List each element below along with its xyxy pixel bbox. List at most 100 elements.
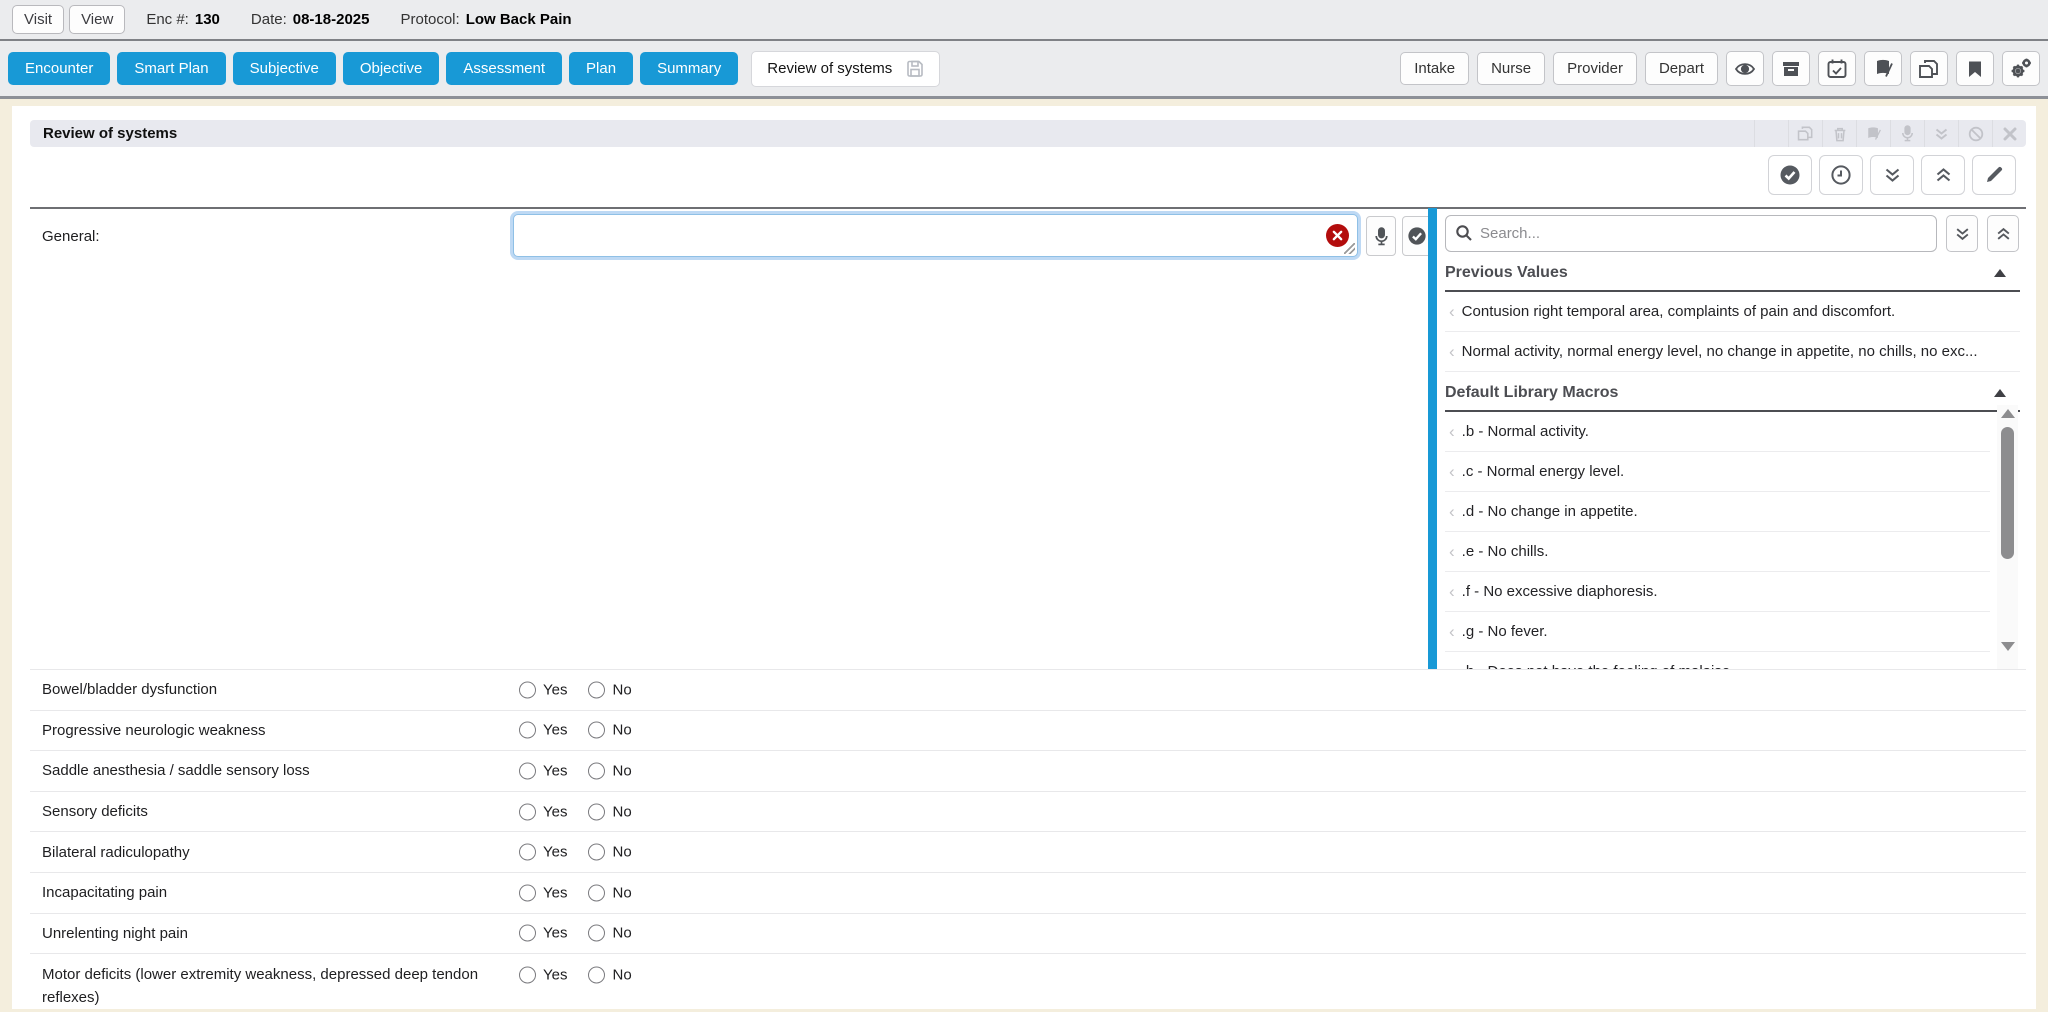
macro-item[interactable]: ‹ .b - Normal activity.: [1445, 412, 1990, 452]
question-row: Sensory deficits Yes No: [30, 791, 2026, 832]
radio-no[interactable]: No: [588, 844, 631, 861]
radio-no[interactable]: No: [588, 925, 631, 942]
macros-header[interactable]: Default Library Macros: [1445, 384, 2020, 412]
protocol-label: Protocol:: [400, 11, 459, 28]
question-row: Unrelenting night pain Yes No: [30, 913, 2026, 954]
previous-value-item[interactable]: ‹ Contusion right temporal area, complai…: [1445, 292, 2020, 332]
macro-item[interactable]: ‹ .g - No fever.: [1445, 612, 1990, 652]
collapse-triangle-icon[interactable]: [1994, 389, 2006, 397]
help-icon[interactable]: ?: [1754, 120, 1788, 147]
macro-text: .g - No fever.: [1462, 623, 1548, 640]
check-circle-icon[interactable]: [1768, 155, 1812, 195]
question-row: Motor deficits (lower extremity weakness…: [30, 953, 2026, 1012]
edit-pencil-icon[interactable]: [1972, 155, 2016, 195]
tab-encounter[interactable]: Encounter: [8, 52, 110, 85]
bookmark-icon[interactable]: [1956, 51, 1994, 86]
radio-no[interactable]: No: [588, 762, 631, 779]
nurse-button[interactable]: Nurse: [1477, 52, 1545, 85]
archive-icon[interactable]: [1772, 51, 1810, 86]
journal-icon[interactable]: [1864, 51, 1902, 86]
previous-values-header[interactable]: Previous Values: [1445, 264, 2020, 292]
intake-button[interactable]: Intake: [1400, 52, 1469, 85]
previous-value-item[interactable]: ‹ Normal activity, normal energy level, …: [1445, 332, 2020, 372]
tab-review-of-systems-active[interactable]: Review of systems: [751, 51, 940, 87]
protocol-value: Low Back Pain: [466, 11, 572, 28]
copy-icon[interactable]: [1910, 51, 1948, 86]
close-icon[interactable]: [1992, 120, 2026, 147]
collapse-all-icon[interactable]: [1921, 155, 1965, 195]
tab-summary[interactable]: Summary: [640, 52, 738, 85]
insert-chevron-icon: ‹: [1449, 662, 1455, 670]
top-bar: Visit View Enc #: 130 Date: 08-18-2025 P…: [0, 0, 2048, 41]
block-icon[interactable]: [1958, 120, 1992, 147]
dictate-mic-icon[interactable]: [1366, 216, 1396, 256]
field-toolbar: [1768, 155, 2016, 195]
resize-grip[interactable]: [1344, 243, 1355, 254]
expand-all-icon[interactable]: [1870, 155, 1914, 195]
panel-collapse-all-icon[interactable]: [1987, 215, 2019, 252]
radio-yes[interactable]: Yes: [519, 722, 567, 739]
scroll-down-icon[interactable]: [2001, 642, 2015, 651]
radio-yes[interactable]: Yes: [519, 844, 567, 861]
gears-icon[interactable]: [2002, 51, 2040, 86]
radio-no[interactable]: No: [588, 722, 631, 739]
section-header: Review of systems ?: [30, 120, 2026, 147]
encounter-date: Date: 08-18-2025: [251, 11, 370, 28]
view-button[interactable]: View: [69, 5, 125, 34]
insert-chevron-icon: ‹: [1449, 542, 1455, 562]
tab-subjective[interactable]: Subjective: [233, 52, 336, 85]
eye-icon[interactable]: [1726, 51, 1764, 86]
collapse-triangle-icon[interactable]: [1994, 269, 2006, 277]
collapse-section-icon[interactable]: [1924, 120, 1958, 147]
question-row: Bilateral radiculopathy Yes No: [30, 831, 2026, 872]
macro-item[interactable]: ‹ .f - No excessive diaphoresis.: [1445, 572, 1990, 612]
question-label: Sensory deficits: [42, 800, 492, 823]
search-input[interactable]: [1445, 215, 1937, 252]
radio-no[interactable]: No: [588, 967, 631, 984]
tab-assessment[interactable]: Assessment: [446, 52, 562, 85]
provider-button[interactable]: Provider: [1553, 52, 1637, 85]
radio-yes[interactable]: Yes: [519, 681, 567, 698]
calendar-check-icon[interactable]: [1818, 51, 1856, 86]
radio-yes[interactable]: Yes: [519, 884, 567, 901]
panel-expand-all-icon[interactable]: [1946, 215, 1978, 252]
macro-text: .c - Normal energy level.: [1462, 463, 1625, 480]
question-radios: Yes No: [519, 722, 632, 739]
depart-button[interactable]: Depart: [1645, 52, 1718, 85]
library-icon[interactable]: [1856, 120, 1890, 147]
question-radios: Yes No: [519, 884, 632, 901]
tab-plan[interactable]: Plan: [569, 52, 633, 85]
radio-no[interactable]: No: [588, 803, 631, 820]
general-input[interactable]: [513, 214, 1358, 257]
scroll-up-icon[interactable]: [2001, 409, 2015, 418]
suggestions-panel: Previous Values ‹ Contusion right tempor…: [1445, 209, 2020, 669]
trash-icon[interactable]: [1822, 120, 1856, 147]
copy-note-icon[interactable]: [1788, 120, 1822, 147]
insert-chevron-icon: ‹: [1449, 462, 1455, 482]
main-area: Review of systems ?: [0, 99, 2048, 1007]
macro-item[interactable]: ‹ .d - No change in appetite.: [1445, 492, 1990, 532]
question-row: Saddle anesthesia / saddle sensory loss …: [30, 750, 2026, 791]
macro-item[interactable]: ‹ .h - Does not have the feeling of mala…: [1445, 652, 1990, 669]
macro-text: .d - No change in appetite.: [1462, 503, 1638, 520]
previous-value-text: Contusion right temporal area, complaint…: [1462, 303, 1896, 320]
tab-objective[interactable]: Objective: [343, 52, 440, 85]
radio-yes[interactable]: Yes: [519, 762, 567, 779]
macro-scrollbar[interactable]: [1997, 405, 2018, 669]
macro-item[interactable]: ‹ .c - Normal energy level.: [1445, 452, 1990, 492]
radio-yes[interactable]: Yes: [519, 967, 567, 984]
question-label: Bilateral radiculopathy: [42, 841, 492, 864]
mic-icon[interactable]: [1890, 120, 1924, 147]
tab-smart-plan[interactable]: Smart Plan: [117, 52, 225, 85]
radio-yes[interactable]: Yes: [519, 925, 567, 942]
question-label: Incapacitating pain: [42, 881, 492, 904]
panel-accent-bar: [1428, 208, 1437, 669]
radio-no[interactable]: No: [588, 884, 631, 901]
visit-button[interactable]: Visit: [12, 5, 64, 34]
radio-yes[interactable]: Yes: [519, 803, 567, 820]
scroll-thumb[interactable]: [2001, 427, 2014, 559]
question-radios: Yes No: [519, 681, 632, 698]
history-clock-icon[interactable]: [1819, 155, 1863, 195]
macro-item[interactable]: ‹ .e - No chills.: [1445, 532, 1990, 572]
radio-no[interactable]: No: [588, 681, 631, 698]
